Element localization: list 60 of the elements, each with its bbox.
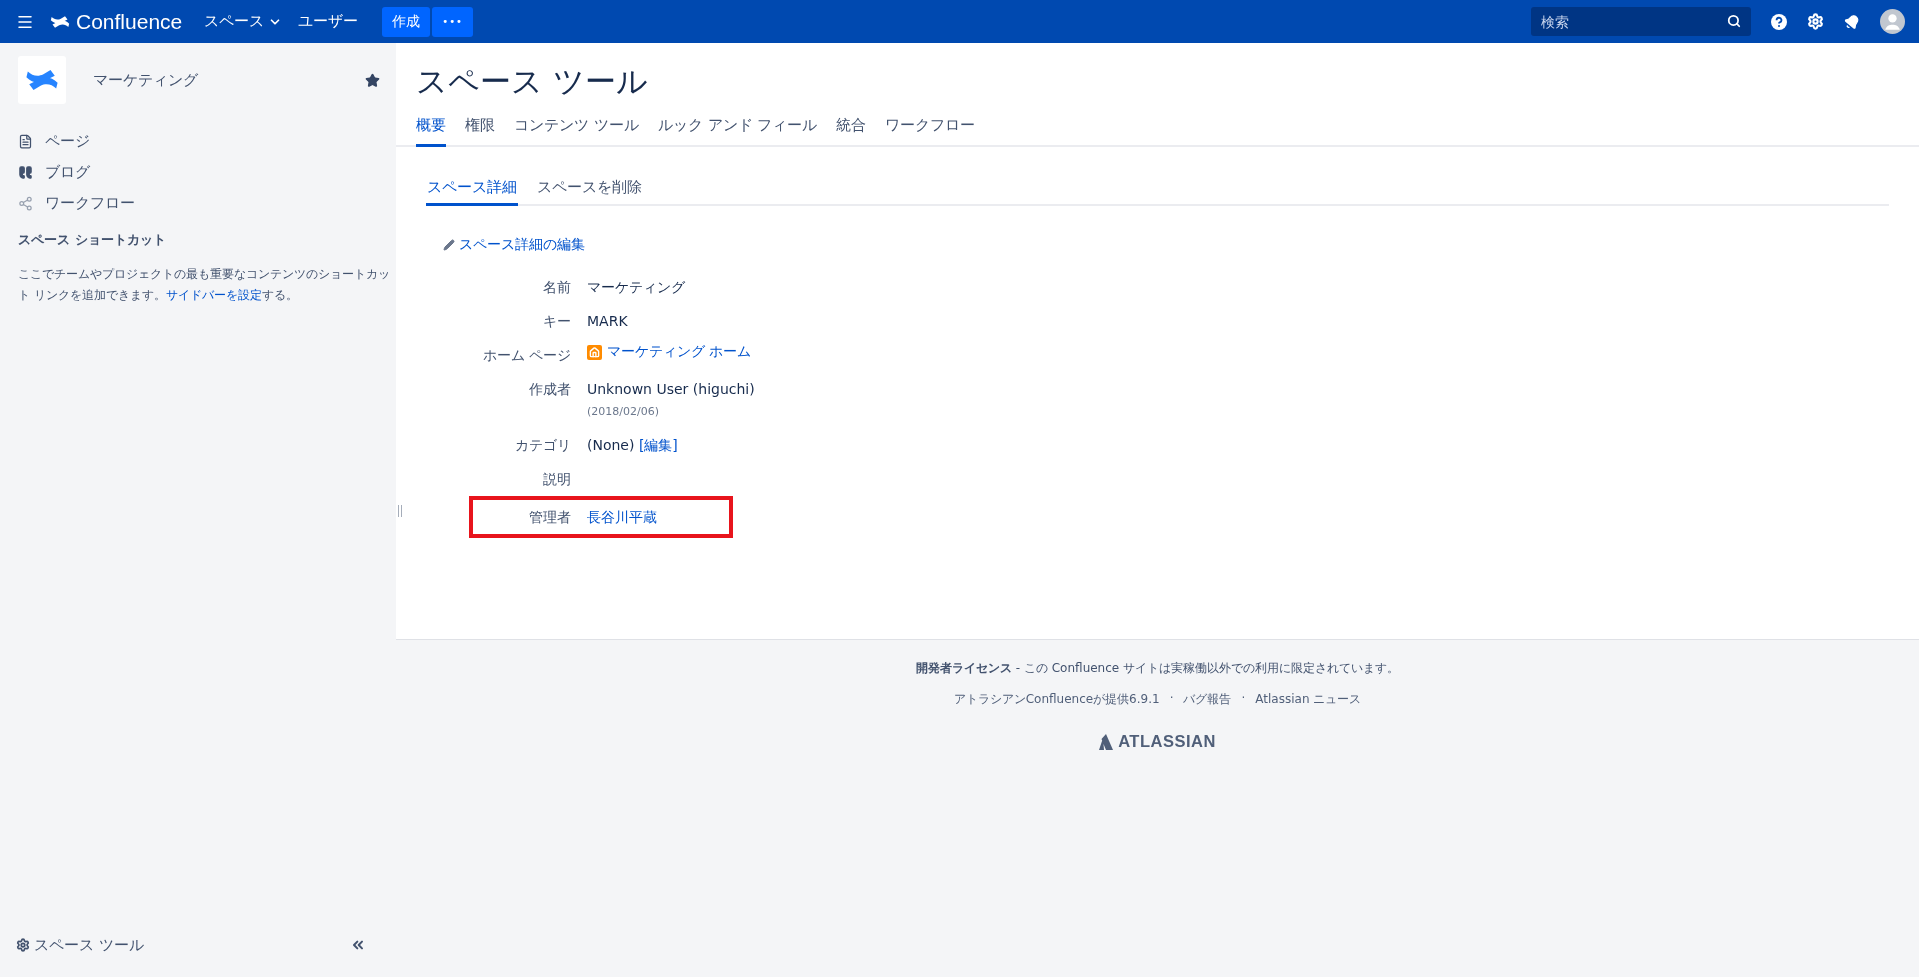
triangle-logo-icon: [1099, 733, 1114, 750]
sidebar-item[interactable]: ブログ: [0, 157, 396, 188]
tab[interactable]: 統合: [836, 112, 867, 147]
notifications-button[interactable]: [1844, 13, 1860, 30]
field-value: (None): [587, 437, 635, 453]
star-icon[interactable]: [365, 72, 380, 88]
home-page-link[interactable]: マーケティング ホーム: [587, 343, 752, 361]
tab[interactable]: スペース詳細: [426, 174, 518, 206]
nodes-icon: [18, 196, 33, 211]
quote-icon: [18, 165, 33, 180]
home-icon: [587, 345, 602, 360]
field-value: MARK: [587, 312, 629, 331]
avatar[interactable]: [1880, 9, 1905, 34]
date-note: (2018/02/06): [587, 404, 660, 420]
settings-button[interactable]: [1807, 13, 1824, 30]
edit-category-link[interactable]: [編集]: [638, 437, 678, 453]
nav-menu-item[interactable]: ユーザー: [290, 8, 367, 35]
page-title: スペース ツール: [415, 62, 649, 101]
tab[interactable]: スペースを削除: [536, 174, 643, 206]
sidebar-item[interactable]: ページ: [0, 126, 396, 157]
field-label: ホーム ページ: [481, 346, 571, 365]
space-logo[interactable]: [18, 56, 66, 104]
search-icon: [1727, 14, 1741, 28]
app-name[interactable]: Confluence: [76, 9, 183, 34]
field-value: マーケティング: [587, 278, 686, 297]
license-notice: 開発者ライセンス - この Confluence サイトは実稼働以外での利用に限定されています。: [915, 660, 1399, 677]
separator: ·: [1241, 691, 1246, 707]
tab[interactable]: 概要: [416, 112, 446, 147]
pencil-icon: [443, 239, 455, 251]
nav-menu-item[interactable]: スペース: [196, 8, 291, 35]
configure-sidebar-link[interactable]: サイドバーを設定: [165, 287, 262, 302]
space-name[interactable]: マーケティング: [93, 70, 365, 90]
tab[interactable]: 権限: [465, 112, 495, 147]
gear-icon: [16, 938, 30, 952]
search-field[interactable]: 検索: [1531, 7, 1751, 36]
create-button[interactable]: 作成: [382, 6, 431, 37]
footer-link[interactable]: バグ報告: [1183, 691, 1232, 708]
atlassian-logo: ATLASSIAN: [1118, 732, 1216, 751]
edit-link[interactable]: スペース詳細の編集: [443, 236, 585, 254]
field-value: Unknown User (higuchi): [587, 380, 755, 399]
field-label: 管理者: [528, 508, 571, 527]
sidebar-item[interactable]: ワークフロー: [0, 188, 396, 219]
field-label: 説明: [542, 470, 571, 489]
space-tools-link[interactable]: スペース ツール: [16, 935, 144, 955]
help-button[interactable]: [1771, 13, 1787, 30]
tab[interactable]: ワークフロー: [885, 112, 976, 147]
tab[interactable]: ルック アンド フィール: [657, 112, 818, 147]
footer-link[interactable]: Atlassian ニュース: [1255, 691, 1362, 708]
page-icon: [18, 134, 33, 149]
footer-link[interactable]: アトラシアンConfluenceが提供6.9.1: [953, 691, 1160, 708]
separator: ·: [1169, 691, 1174, 707]
user-link[interactable]: 長谷川平蔵: [587, 505, 693, 529]
field-label: キー: [542, 312, 571, 331]
more-button[interactable]: •••: [432, 6, 473, 37]
field-label: 作成者: [528, 380, 571, 399]
field-label: 名前: [542, 278, 571, 297]
shortcuts-description: ここでチームやプロジェクトの最も重要なコンテンツのショートカット リンクを追加できます。サイドバーを設定する。: [18, 265, 390, 304]
shortcuts-heading: スペース ショートカット: [18, 231, 167, 249]
field-label: カテゴリ: [514, 436, 571, 455]
tab[interactable]: コンテンツ ツール: [514, 112, 639, 147]
